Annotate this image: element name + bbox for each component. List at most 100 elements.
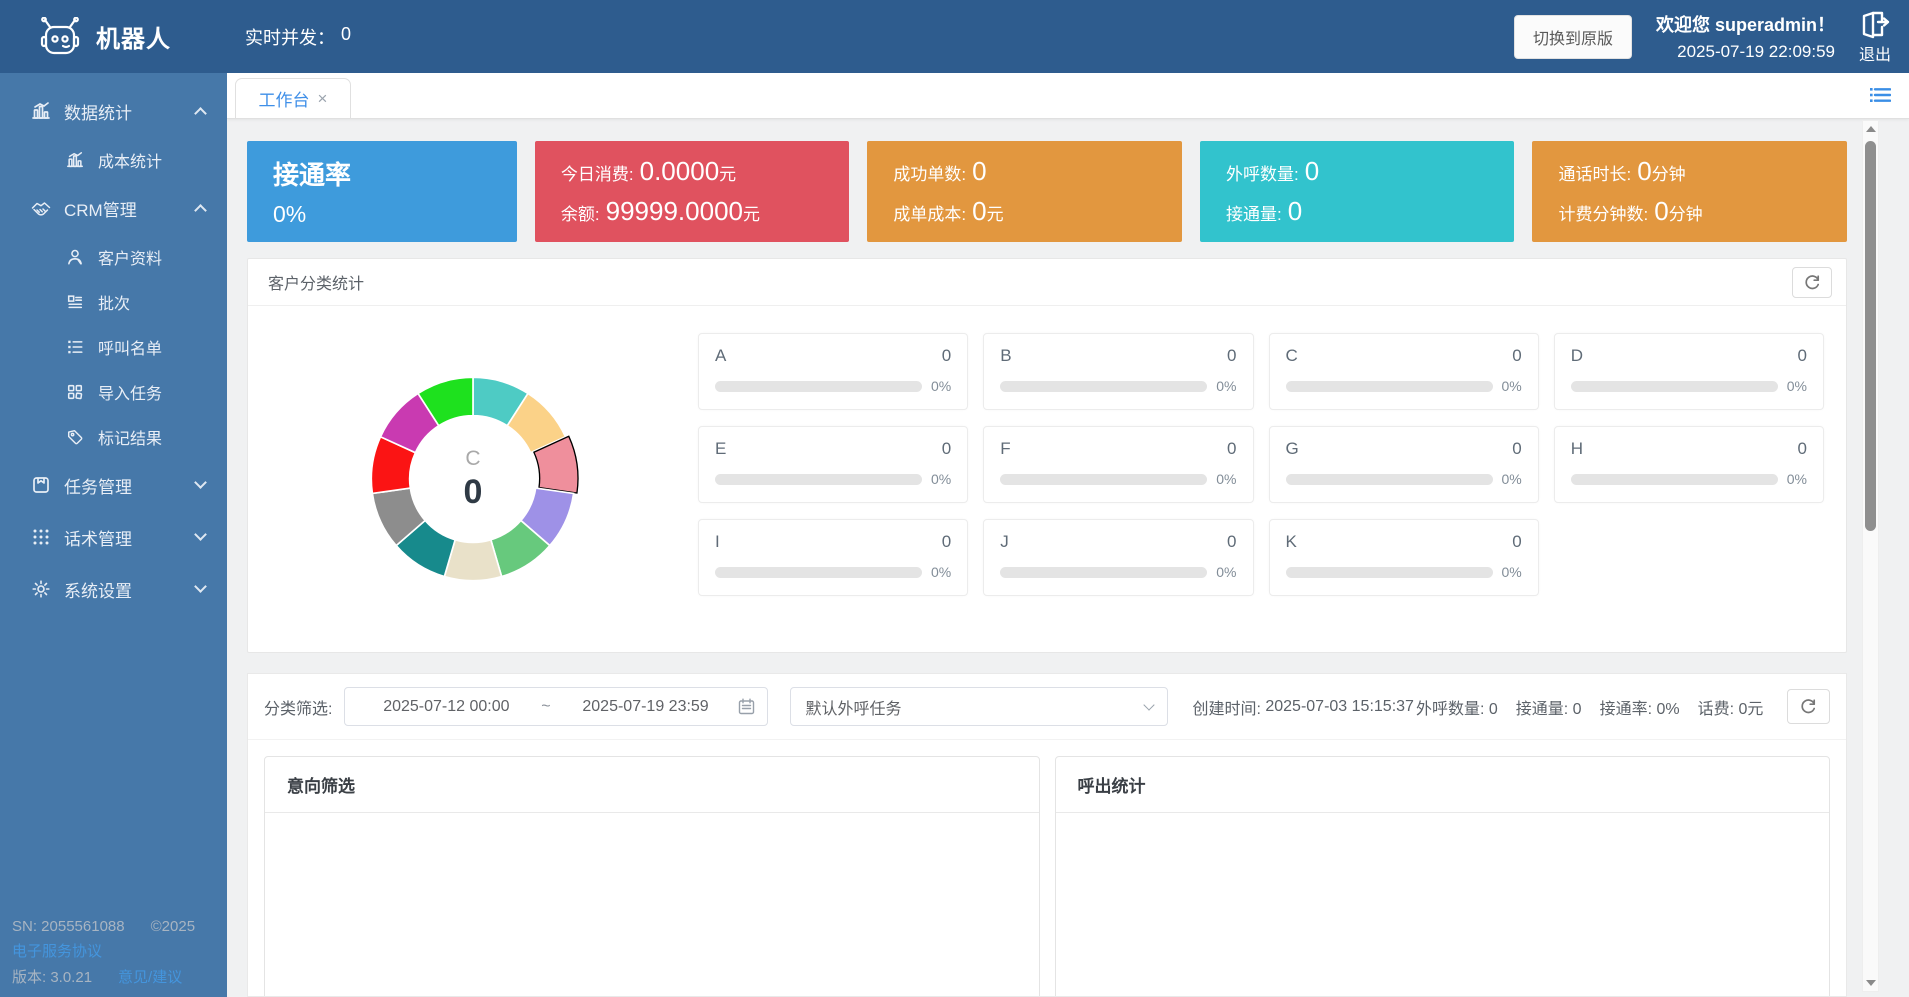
sidebar-item-CRM管理[interactable]: CRM管理	[0, 182, 227, 234]
bar-chart-icon	[30, 100, 52, 122]
category-letter: H	[1571, 439, 1583, 459]
scrollbar-thumb[interactable]	[1865, 141, 1876, 531]
category-stat-card-G: G00%	[1269, 426, 1539, 503]
filter-refresh-button[interactable]	[1787, 689, 1830, 724]
tab-close-icon[interactable]: ×	[318, 90, 328, 107]
tab-list-icon[interactable]	[1869, 85, 1891, 110]
sidebar-item-数据统计[interactable]: 数据统计	[0, 85, 227, 137]
quick-stat: 接通率: 0%	[1600, 695, 1680, 719]
metric-value: 99999.0000	[606, 196, 743, 227]
welcome-block: 欢迎您 superadmin！ 2025-07-19 22:09:59	[1656, 11, 1835, 62]
version-text: 版本: 3.0.21	[12, 966, 92, 987]
donut-chart-area: C 0	[248, 306, 698, 652]
main-area: 工作台 × 接通率 0% 今日消费:0.0000元余额:99999.0000元成功单…	[227, 73, 1909, 997]
sidebar-subitem-导入任务[interactable]: 导入任务	[0, 369, 227, 414]
tab-strip: 工作台 ×	[227, 73, 1909, 119]
chevron-up-icon	[194, 107, 207, 120]
metric-label: 通话时长:	[1558, 160, 1631, 185]
sidebar-subitem-label: 客户资料	[98, 245, 205, 269]
category-count: 0	[1227, 346, 1236, 366]
calendar-icon	[738, 698, 755, 715]
sidebar-item-任务管理[interactable]: 任务管理	[0, 459, 227, 511]
sidebar-subitem-批次[interactable]: 批次	[0, 279, 227, 324]
service-agreement-link[interactable]: 电子服务协议	[12, 940, 102, 961]
sidebar-subitem-label: 标记结果	[98, 425, 205, 449]
category-count: 0	[942, 532, 951, 552]
task-quick-stats: 外呼数量: 0接通量: 0接通率: 0%话费: 0元	[1416, 695, 1763, 719]
sidebar-subitem-客户资料[interactable]: 客户资料	[0, 234, 227, 279]
category-stat-card-D: D00%	[1554, 333, 1824, 410]
stat-card-今日消费: 今日消费:0.0000元余额:99999.0000元	[535, 141, 850, 242]
bottom-panels-row: 意向筛选呼出统计	[248, 740, 1846, 996]
concurrency-label: 实时并发：	[245, 24, 335, 50]
customer-category-donut-chart[interactable]	[348, 354, 598, 604]
category-percent: 0%	[1216, 471, 1236, 487]
sidebar-item-话术管理[interactable]: 话术管理	[0, 511, 227, 563]
quick-stat-label: 接通率:	[1600, 701, 1652, 718]
created-value: 2025-07-03 15:15:37	[1265, 698, 1414, 716]
sidebar-subitem-呼叫名单[interactable]: 呼叫名单	[0, 324, 227, 369]
stat-card-通话时长: 通话时长:0分钟计费分钟数:0分钟	[1532, 141, 1847, 242]
switch-to-original-button[interactable]: 切换到原版	[1514, 15, 1632, 59]
sidebar-subitem-label: 导入任务	[98, 380, 205, 404]
category-progress-bar	[715, 381, 922, 392]
quick-stat-value: 0元	[1739, 701, 1764, 718]
sidebar-menu: 数据统计成本统计CRM管理客户资料批次呼叫名单导入任务标记结果任务管理话术管理系…	[0, 73, 227, 615]
category-letter: F	[1000, 439, 1010, 459]
app-header: 机器人 实时并发： 0 切换到原版 欢迎您 superadmin！ 2025-0…	[0, 0, 1909, 73]
call-list-icon	[64, 336, 86, 358]
category-progress-bar	[715, 567, 922, 578]
metric-label: 余额:	[561, 200, 600, 225]
outbound-task-select[interactable]: 默认外呼任务	[790, 687, 1168, 726]
category-letter: A	[715, 346, 726, 366]
category-letter: K	[1286, 532, 1297, 552]
category-percent: 0%	[1502, 378, 1522, 394]
sidebar-subitem-成本统计[interactable]: 成本统计	[0, 137, 227, 182]
sidebar-item-系统设置[interactable]: 系统设置	[0, 563, 227, 615]
card-value: 0%	[273, 201, 491, 228]
category-stat-card-J: J00%	[983, 519, 1253, 596]
feedback-link[interactable]: 意见/建议	[118, 966, 182, 987]
card-metric-row: 计费分钟数:0分钟	[1558, 196, 1821, 227]
category-progress-bar	[1286, 474, 1493, 485]
sidebar-item-label: 系统设置	[64, 577, 196, 602]
date-start-value[interactable]: 2025-07-12 00:00	[357, 698, 535, 716]
gear-icon	[30, 578, 52, 600]
user-icon	[64, 246, 86, 268]
category-percent: 0%	[931, 471, 951, 487]
chevron-down-icon	[1144, 699, 1155, 710]
category-count: 0	[1798, 439, 1807, 459]
category-stat-card-H: H00%	[1554, 426, 1824, 503]
task-created-time: 创建时间: 2025-07-03 15:15:37	[1192, 695, 1413, 719]
date-range-input[interactable]: 2025-07-12 00:00 ~ 2025-07-19 23:59	[344, 687, 768, 726]
scroll-up-arrow[interactable]	[1863, 121, 1878, 137]
metric-label: 外呼数量:	[1226, 160, 1299, 185]
chevron-up-icon	[194, 204, 207, 217]
quick-stat: 话费: 0元	[1698, 695, 1764, 719]
card-metric-row: 通话时长:0分钟	[1558, 156, 1821, 187]
scroll-down-arrow[interactable]	[1863, 975, 1878, 991]
metric-label: 计费分钟数:	[1558, 200, 1648, 225]
created-label: 创建时间:	[1192, 695, 1260, 719]
sidebar-footer: SN: 2055561088 ©2025 电子服务协议 版本: 3.0.21 意…	[12, 913, 219, 987]
panel-refresh-button[interactable]	[1792, 267, 1832, 298]
chevron-down-icon	[194, 580, 207, 593]
tab-workbench[interactable]: 工作台 ×	[235, 78, 351, 118]
logout-button[interactable]: 退出	[1859, 9, 1891, 65]
category-letter: B	[1000, 346, 1011, 366]
metric-unit: 元	[987, 200, 1004, 225]
chevron-down-icon	[194, 476, 207, 489]
category-letter: E	[715, 439, 726, 459]
category-stat-card-B: B00%	[983, 333, 1253, 410]
sidebar-subitem-标记结果[interactable]: 标记结果	[0, 414, 227, 459]
robot-icon	[38, 17, 82, 57]
card-title: 接通率	[273, 155, 491, 192]
stat-card-成功单数: 成功单数:0成单成本:0元	[867, 141, 1182, 242]
task-select-value: 默认外呼任务	[805, 695, 901, 719]
category-percent: 0%	[931, 378, 951, 394]
vertical-scrollbar[interactable]	[1862, 120, 1879, 992]
date-end-value[interactable]: 2025-07-19 23:59	[557, 698, 735, 716]
category-progress-bar	[1571, 474, 1778, 485]
category-count: 0	[942, 346, 951, 366]
quick-stat-value: 0%	[1656, 701, 1679, 718]
